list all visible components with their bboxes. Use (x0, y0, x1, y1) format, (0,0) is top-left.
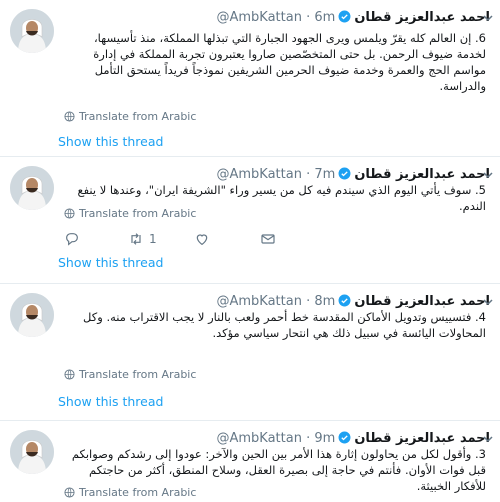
translate-label[interactable]: Translate from Arabic (79, 368, 196, 381)
timestamp[interactable]: 8m (314, 294, 335, 309)
handle[interactable]: @AmbKattan (216, 431, 301, 446)
like-button[interactable] (194, 231, 210, 247)
verified-badge-icon (338, 167, 351, 180)
tweet[interactable]: احمد عبدالعزيز قطان @AmbKattan · 6m 6. إن… (0, 0, 500, 157)
separator: · (306, 294, 311, 309)
verified-badge-icon (338, 431, 351, 444)
retweet-count: 1 (149, 232, 157, 246)
translate-link[interactable]: Translate from Arabic (64, 207, 196, 221)
tweet-header: احمد عبدالعزيز قطان @AmbKattan · 6m (64, 9, 490, 27)
show-thread-link[interactable]: Show this thread (58, 394, 163, 410)
verified-badge-icon (338, 10, 351, 23)
envelope-icon (261, 234, 275, 244)
timestamp[interactable]: 6m (314, 10, 335, 25)
retweet-icon (131, 233, 141, 245)
avatar[interactable] (10, 166, 54, 210)
avatar[interactable] (10, 430, 54, 474)
display-name[interactable]: احمد عبدالعزيز قطان (354, 294, 490, 309)
chevron-down-icon[interactable] (482, 430, 494, 443)
reply-icon (66, 233, 78, 246)
tweet-text: 4. فتسييس وتدويل الأماكن المقدسة خط أحمر… (83, 310, 486, 340)
retweet-button[interactable]: 1 (128, 231, 157, 247)
separator: · (306, 10, 311, 25)
heart-icon (196, 234, 208, 246)
translate-link[interactable]: Translate from Arabic (64, 368, 196, 382)
timestamp[interactable]: 9m (314, 431, 335, 446)
show-thread-link[interactable]: Show this thread (58, 134, 163, 150)
display-name[interactable]: احمد عبدالعزيز قطان (354, 10, 490, 25)
tweet[interactable]: احمد عبدالعزيز قطان @AmbKattan · 8m 4. فت… (0, 284, 500, 421)
translate-label[interactable]: Translate from Arabic (79, 110, 196, 123)
tweet-text: 6. إن العالم كله يقرّ ويلمس ويرى الجهود … (93, 31, 486, 93)
show-thread-link[interactable]: Show this thread (58, 255, 163, 271)
translate-link[interactable]: Translate from Arabic (64, 486, 196, 500)
tweet[interactable]: احمد عبدالعزيز قطان@AmbKattan · 9m 3. وأ… (0, 421, 500, 501)
timestamp[interactable]: 7m (314, 167, 335, 182)
separator: · (306, 167, 311, 182)
avatar[interactable] (10, 293, 54, 337)
handle[interactable]: @AmbKattan (216, 167, 301, 182)
tweet-timeline: احمد عبدالعزيز قطان @AmbKattan · 6m 6. إن… (0, 0, 500, 501)
reply-button[interactable] (64, 231, 80, 247)
display-name[interactable]: احمد عبدالعزيز قطان (354, 167, 490, 182)
translate-label[interactable]: Translate from Arabic (79, 207, 196, 220)
display-name[interactable]: احمد عبدالعزيز قطان (354, 431, 490, 446)
tweet[interactable]: احمد عبدالعزيز قطان@AmbKattan · 7m 5. سو… (0, 157, 500, 284)
separator: · (306, 431, 311, 446)
chevron-down-icon[interactable] (482, 166, 494, 179)
handle[interactable]: @AmbKattan (216, 294, 301, 309)
tweet-actions: 1 (64, 231, 364, 247)
translate-label[interactable]: Translate from Arabic (79, 486, 196, 499)
chevron-down-icon[interactable] (482, 293, 494, 306)
globe-icon (64, 487, 75, 498)
avatar[interactable] (10, 9, 54, 53)
translate-link[interactable]: Translate from Arabic (64, 110, 196, 124)
globe-icon (64, 208, 75, 219)
direct-message-button[interactable] (260, 231, 276, 247)
chevron-down-icon[interactable] (482, 9, 494, 22)
globe-icon (64, 369, 75, 380)
verified-badge-icon (338, 294, 351, 307)
globe-icon (64, 111, 75, 122)
handle[interactable]: @AmbKattan (216, 10, 301, 25)
